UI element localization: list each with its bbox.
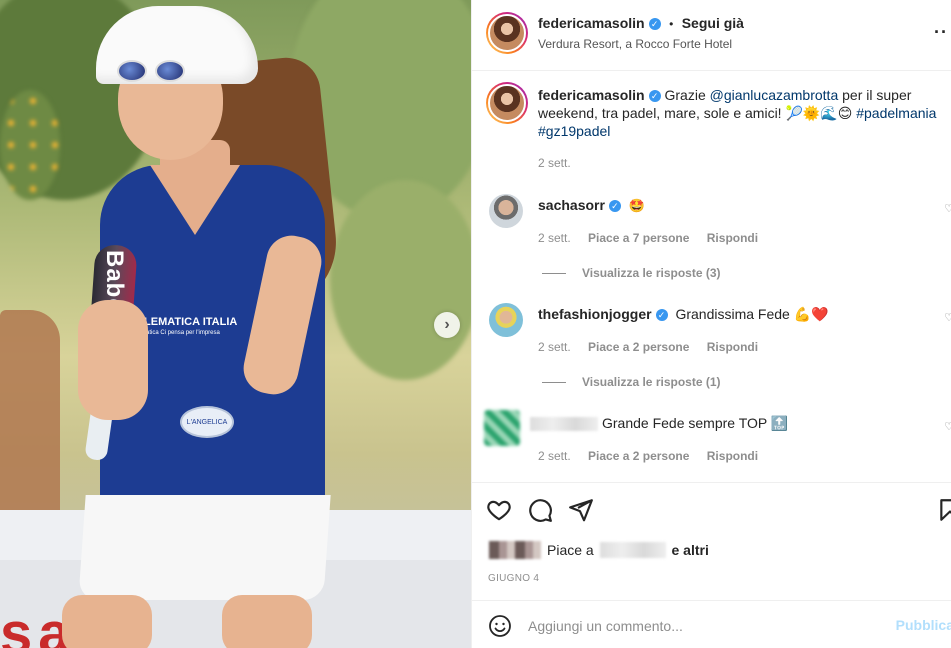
publish-button[interactable]: Pubblica (896, 617, 951, 633)
comment-meta: 2 sett. Piace a 2 persone Rispondi (538, 449, 758, 463)
commenter-avatar-blurred[interactable] (484, 410, 520, 446)
comment-icon[interactable] (527, 497, 553, 528)
comment-time[interactable]: 2 sett. (538, 340, 571, 354)
more-dots-icon[interactable]: ·· (934, 22, 948, 43)
following-button[interactable]: Segui già (682, 15, 744, 31)
reply-button[interactable]: Rispondi (707, 340, 758, 354)
background-flowers (0, 90, 60, 200)
likes-prefix: Piace a (547, 542, 594, 558)
post-header: federicamasolin ✓ • Segui già Verdura Res… (472, 0, 951, 71)
separator-dot: • (669, 17, 674, 31)
comments-list[interactable]: federicamasolin ✓ Grazie @gianlucazambrot… (472, 72, 951, 482)
view-replies-button[interactable]: Visualizza le risposte (1) (542, 375, 721, 389)
comment-body: Grande Fede sempre TOP 🔝 (602, 415, 789, 431)
mention-link[interactable]: @gianlucazambrotta (710, 87, 839, 103)
reply-button[interactable]: Rispondi (707, 231, 758, 245)
likes-suffix[interactable]: e altri (671, 542, 708, 558)
post-location[interactable]: Verdura Resort, a Rocco Forte Hotel (538, 37, 732, 51)
author-username[interactable]: federicamasolin (538, 15, 645, 31)
background-foliage (330, 180, 471, 380)
caption-username[interactable]: federicamasolin (538, 87, 645, 103)
hashtag-link[interactable]: #gz19padel (538, 123, 610, 139)
commenter-username[interactable]: sachasorr (538, 197, 605, 213)
comment-body: 🤩 (628, 199, 646, 214)
post-photo[interactable]: sar TELEMATICA ITALIA Telematica Ci pens… (0, 0, 471, 648)
sunglasses (115, 60, 197, 84)
likes-summary[interactable]: Piace a e altri (547, 542, 709, 558)
planter (0, 310, 60, 510)
hashtag-link[interactable]: #padelmania (856, 105, 936, 121)
commenter-username-blurred[interactable] (530, 417, 598, 431)
bookmark-icon[interactable] (937, 497, 951, 528)
view-replies-button[interactable]: Visualizza le risposte (3) (542, 266, 721, 280)
commenter-avatar[interactable] (489, 194, 523, 228)
comment-composer: Pubblica (472, 600, 951, 648)
comment-like-icon[interactable]: ♡ (944, 202, 951, 215)
comment-time[interactable]: 2 sett. (538, 231, 571, 245)
post-date[interactable]: GIUGNO 4 (488, 573, 539, 584)
author-line: federicamasolin ✓ • Segui già (538, 15, 744, 33)
verified-icon: ✓ (648, 18, 661, 30)
caption-time[interactable]: 2 sett. (538, 156, 571, 170)
reply-button[interactable]: Rispondi (707, 449, 758, 463)
next-photo-button[interactable]: › (434, 312, 460, 338)
likers-avatars-blurred[interactable] (489, 541, 541, 559)
player-legs (62, 595, 322, 648)
player-skirt (78, 495, 331, 600)
player-vneck (150, 165, 240, 235)
verified-icon: ✓ (655, 309, 668, 321)
send-icon[interactable] (568, 497, 594, 528)
chevron-right-icon: › (444, 316, 450, 333)
comment-likes[interactable]: Piace a 2 persone (588, 449, 689, 463)
heart-icon[interactable] (486, 497, 512, 528)
post-side-panel: federicamasolin ✓ • Segui già Verdura Res… (471, 0, 951, 648)
comment-input[interactable] (528, 613, 888, 639)
comment-meta: 2 sett. Piace a 7 persone Rispondi (538, 231, 758, 245)
verified-icon: ✓ (608, 200, 621, 212)
comment-text: thefashionjogger ✓ Grandissima Fede 💪❤️ (538, 305, 829, 323)
smiley-icon[interactable] (488, 614, 512, 643)
comment-text: sachasorr ✓ 🤩 (538, 196, 645, 216)
caption-avatar[interactable] (486, 82, 528, 124)
post-actions: Piace a e altri GIUGNO 4 (472, 482, 951, 600)
commenter-username[interactable]: thefashionjogger (538, 306, 652, 322)
comment-like-icon[interactable]: ♡ (944, 420, 951, 433)
comment-meta: 2 sett. Piace a 2 persone Rispondi (538, 340, 758, 354)
comment-text: Grande Fede sempre TOP 🔝 (602, 414, 788, 432)
caption-part: Grazie (664, 87, 710, 103)
comment-likes[interactable]: Piace a 2 persone (588, 340, 689, 354)
commenter-avatar[interactable] (489, 303, 523, 337)
author-avatar[interactable] (486, 12, 528, 54)
verified-icon: ✓ (648, 90, 661, 102)
comment-time[interactable]: 2 sett. (538, 449, 571, 463)
comment-likes[interactable]: Piace a 7 persone (588, 231, 689, 245)
comment-body: Grandissima Fede 💪❤️ (675, 306, 829, 322)
player-hand (78, 300, 148, 420)
caption-text: federicamasolin ✓ Grazie @gianlucazambrot… (538, 86, 938, 140)
shirt-badge: L'ANGELICA (180, 406, 234, 438)
comment-like-icon[interactable]: ♡ (944, 311, 951, 324)
liker-name-blurred[interactable] (599, 542, 666, 558)
